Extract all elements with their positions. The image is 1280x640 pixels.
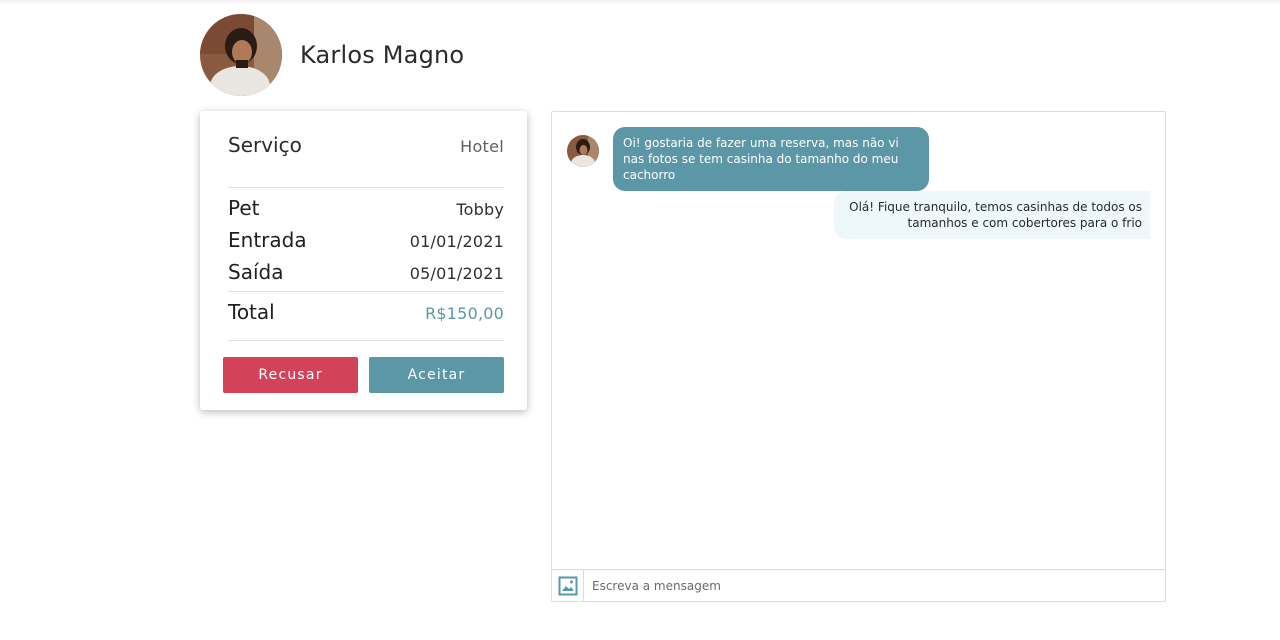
avatar-photo <box>200 14 282 96</box>
service-card: Serviço Hotel Pet Tobby Entrada 01/01/20… <box>200 111 527 410</box>
top-divider <box>0 0 1280 4</box>
pet-row: Pet Tobby <box>228 196 504 220</box>
chat-panel: Oi! gostaria de fazer uma reserva, mas n… <box>551 111 1166 602</box>
total-row: Total R$150,00 <box>228 300 504 324</box>
total-label: Total <box>228 300 275 324</box>
avatar[interactable] <box>200 14 282 96</box>
message-input[interactable] <box>584 570 1165 601</box>
exit-date: 05/01/2021 <box>409 264 504 283</box>
incoming-message: Oi! gostaria de fazer uma reserva, mas n… <box>567 127 929 191</box>
service-label: Serviço <box>228 133 302 157</box>
service-row: Serviço Hotel <box>228 133 504 157</box>
attach-image-button[interactable] <box>552 570 584 601</box>
avatar-photo <box>567 135 599 167</box>
image-icon <box>558 576 577 595</box>
entry-row: Entrada 01/01/2021 <box>228 228 504 252</box>
divider <box>228 340 504 341</box>
sender-avatar <box>567 135 599 167</box>
divider <box>228 291 504 292</box>
divider <box>228 187 504 188</box>
entry-label: Entrada <box>228 228 307 252</box>
outgoing-message: Olá! Fique tranquilo, temos casinhas de … <box>834 191 1150 239</box>
message-bubble: Oi! gostaria de fazer uma reserva, mas n… <box>613 127 929 191</box>
pet-value: Tobby <box>456 200 504 219</box>
exit-label: Saída <box>228 260 284 284</box>
total-value: R$150,00 <box>425 304 504 323</box>
pet-label: Pet <box>228 196 260 220</box>
entry-date: 01/01/2021 <box>409 232 504 251</box>
exit-row: Saída 05/01/2021 <box>228 260 504 284</box>
service-value: Hotel <box>460 137 504 156</box>
accept-button[interactable]: Aceitar <box>369 357 504 393</box>
user-name: Karlos Magno <box>300 41 465 69</box>
refuse-button[interactable]: Recusar <box>223 357 358 393</box>
profile-header: Karlos Magno <box>200 14 464 96</box>
message-composer <box>552 569 1165 601</box>
